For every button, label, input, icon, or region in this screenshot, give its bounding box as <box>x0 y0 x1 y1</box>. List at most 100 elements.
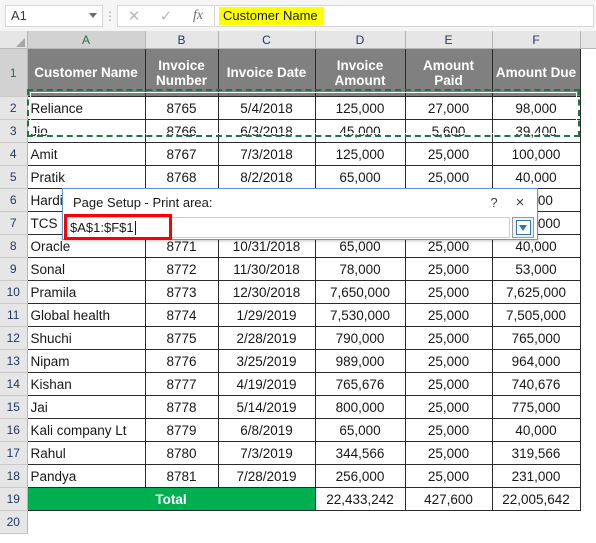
cell-invoice-number[interactable]: 8772 <box>144 257 219 281</box>
cell-amount-due[interactable]: 98,000 <box>491 96 581 120</box>
collapse-dialog-button[interactable] <box>512 217 534 238</box>
cell-invoice-amount[interactable]: 989,000 <box>314 349 406 373</box>
row-header-6[interactable]: 6 <box>0 188 28 212</box>
cell-amount-due[interactable]: 100,000 <box>491 142 581 166</box>
cell-customer[interactable]: Global health <box>26 303 146 327</box>
cell-invoice-amount[interactable]: 344,566 <box>314 441 406 465</box>
cell-invoice-amount[interactable]: 125,000 <box>314 96 406 120</box>
empty-cell[interactable] <box>218 510 315 534</box>
cell-customer[interactable]: Reliance <box>26 96 146 120</box>
cell-customer[interactable]: Pandya <box>26 464 146 488</box>
cell-invoice-number[interactable]: 8775 <box>144 326 219 350</box>
cell-invoice-date[interactable]: 5/4/2018 <box>217 96 316 120</box>
cell-invoice-amount[interactable]: 7,650,000 <box>314 280 406 304</box>
cell-amount-due[interactable]: 765,000 <box>491 326 581 350</box>
empty-cell[interactable] <box>27 510 145 534</box>
chevron-down-icon[interactable] <box>89 13 97 18</box>
cell-invoice-amount[interactable]: 800,000 <box>314 395 406 419</box>
cell-amount-paid[interactable]: 25,000 <box>404 372 493 396</box>
cell-invoice-date[interactable]: 7/3/2019 <box>217 441 316 465</box>
cell-invoice-number[interactable]: 8781 <box>144 464 219 488</box>
help-icon[interactable]: ? <box>481 191 507 213</box>
cell-invoice-amount[interactable]: 7,530,000 <box>314 303 406 327</box>
cell-amount-due[interactable]: 964,000 <box>491 349 581 373</box>
cell-customer[interactable]: Nipam <box>26 349 146 373</box>
cell-invoice-date[interactable]: 6/3/2018 <box>217 119 316 143</box>
cell-customer[interactable]: Amit <box>26 142 146 166</box>
cell-invoice-amount[interactable]: 125,000 <box>314 142 406 166</box>
cell-customer[interactable]: Shuchi <box>26 326 146 350</box>
empty-cell[interactable] <box>315 510 405 534</box>
column-header-g[interactable] <box>580 31 596 49</box>
cell-invoice-number[interactable]: 8779 <box>144 418 219 442</box>
row-header-12[interactable]: 12 <box>0 326 28 350</box>
cell-invoice-date[interactable]: 6/8/2019 <box>217 418 316 442</box>
cell-invoice-number[interactable]: 8780 <box>144 441 219 465</box>
row-header-16[interactable]: 16 <box>0 418 28 442</box>
select-all-corner[interactable] <box>0 31 28 49</box>
cell-invoice-date[interactable]: 8/2/2018 <box>217 165 316 189</box>
row-header-17[interactable]: 17 <box>0 441 28 465</box>
cell-customer[interactable]: Kishan <box>26 372 146 396</box>
cell-invoice-amount[interactable]: 790,000 <box>314 326 406 350</box>
row-header-10[interactable]: 10 <box>0 280 28 304</box>
cell-invoice-date[interactable]: 7/3/2018 <box>217 142 316 166</box>
cell-customer[interactable]: Pratik <box>26 165 146 189</box>
cell-amount-paid[interactable]: 25,000 <box>404 142 493 166</box>
cell-invoice-number[interactable]: 8765 <box>144 96 219 120</box>
cell-invoice-amount[interactable]: 65,000 <box>314 418 406 442</box>
cell-invoice-number[interactable]: 8776 <box>144 349 219 373</box>
cell-amount-due[interactable]: 53,000 <box>491 257 581 281</box>
cell-amount-due[interactable]: 775,000 <box>491 395 581 419</box>
header-cell-amount-due[interactable]: Amount Due <box>491 48 581 97</box>
row-header-14[interactable]: 14 <box>0 372 28 396</box>
cell-amount-paid[interactable]: 25,000 <box>404 464 493 488</box>
cell-invoice-amount[interactable]: 765,676 <box>314 372 406 396</box>
empty-cell[interactable] <box>492 510 580 534</box>
cell-invoice-amount[interactable]: 65,000 <box>314 165 406 189</box>
cell-customer[interactable]: Kali company Lt <box>26 418 146 442</box>
cell-invoice-date[interactable]: 5/14/2019 <box>217 395 316 419</box>
cell-invoice-number[interactable]: 8774 <box>144 303 219 327</box>
row-header-13[interactable]: 13 <box>0 349 28 373</box>
row-header-15[interactable]: 15 <box>0 395 28 419</box>
header-cell-customer-name[interactable]: Customer Name <box>26 48 146 97</box>
cell-amount-due[interactable]: 40,000 <box>491 165 581 189</box>
cell-invoice-date[interactable]: 2/28/2019 <box>217 326 316 350</box>
header-cell-invoice-date[interactable]: Invoice Date <box>217 48 316 97</box>
row-header-1[interactable]: 1 <box>0 48 28 97</box>
cell-amount-due[interactable]: 40,000 <box>491 418 581 442</box>
cell-invoice-number[interactable]: 8767 <box>144 142 219 166</box>
cell-amount-paid[interactable]: 25,000 <box>404 165 493 189</box>
cell-invoice-date[interactable]: 12/30/2018 <box>217 280 316 304</box>
cell-invoice-number[interactable]: 8777 <box>144 372 219 396</box>
row-header-19[interactable]: 19 <box>0 487 28 511</box>
empty-cell[interactable] <box>145 510 218 534</box>
column-header-b[interactable]: B <box>145 31 219 49</box>
cell-amount-paid[interactable]: 25,000 <box>404 257 493 281</box>
cell-invoice-amount[interactable]: 45,000 <box>314 119 406 143</box>
cancel-formula-icon[interactable]: ✕ <box>118 6 150 26</box>
row-header-9[interactable]: 9 <box>0 257 28 281</box>
cell-invoice-amount[interactable]: 256,000 <box>314 464 406 488</box>
row-header-5[interactable]: 5 <box>0 165 28 189</box>
confirm-formula-icon[interactable]: ✓ <box>150 6 182 26</box>
page-setup-print-area-dialog[interactable]: Page Setup - Print area: ? × $A$1:$F$1 <box>62 188 538 240</box>
cell-amount-paid[interactable]: 25,000 <box>404 349 493 373</box>
column-header-f[interactable]: F <box>492 31 581 49</box>
cell-amount-due[interactable]: 231,000 <box>491 464 581 488</box>
column-header-c[interactable]: C <box>218 31 316 49</box>
cell-amount-paid[interactable]: 25,000 <box>404 280 493 304</box>
cell-invoice-date[interactable]: 11/30/2018 <box>217 257 316 281</box>
cell-invoice-number[interactable]: 8766 <box>144 119 219 143</box>
row-header-4[interactable]: 4 <box>0 142 28 166</box>
cell-amount-due[interactable]: 319,566 <box>491 441 581 465</box>
row-header-2[interactable]: 2 <box>0 96 28 120</box>
total-invoice-amount[interactable]: 22,433,242 <box>314 487 406 511</box>
cell-invoice-amount[interactable]: 78,000 <box>314 257 406 281</box>
cell-amount-due[interactable]: 7,625,000 <box>491 280 581 304</box>
empty-cell[interactable] <box>405 510 492 534</box>
header-cell-amount-paid[interactable]: Amount Paid <box>404 48 493 97</box>
print-area-reference-input[interactable]: $A$1:$F$1 <box>65 217 510 238</box>
row-header-18[interactable]: 18 <box>0 464 28 488</box>
